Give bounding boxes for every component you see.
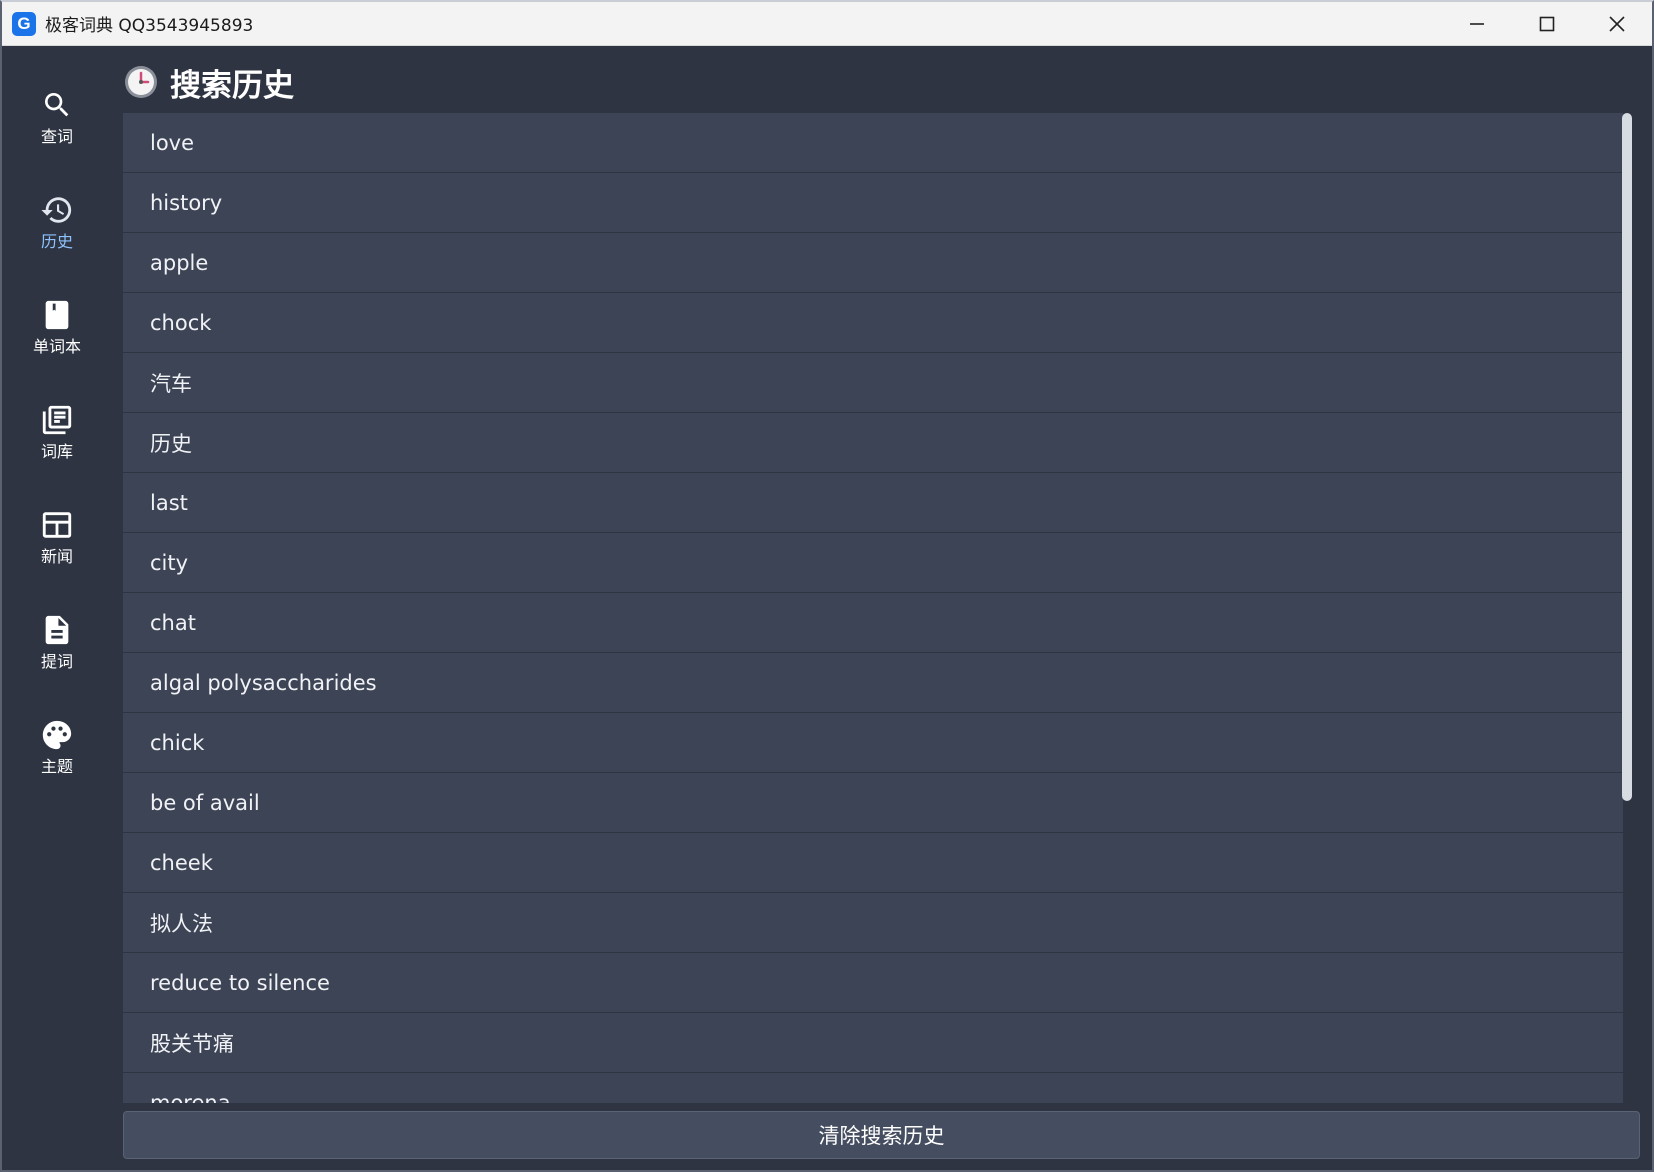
sidebar-item-label: 词库	[40, 442, 73, 461]
minimize-icon	[1470, 23, 1484, 25]
history-list-item[interactable]: be of avail	[123, 773, 1623, 833]
history-icon	[40, 193, 74, 227]
close-icon	[1609, 16, 1625, 32]
news-icon	[40, 508, 74, 542]
close-button[interactable]	[1582, 2, 1652, 46]
page-header: 搜索历史	[124, 60, 294, 104]
sidebar-item-label: 历史	[40, 232, 73, 251]
clock-icon	[125, 66, 157, 98]
clear-history-button[interactable]: 清除搜索历史	[123, 1111, 1640, 1159]
history-list-item[interactable]: 拟人法	[123, 893, 1623, 953]
app-logo-icon: G	[12, 11, 36, 36]
history-list[interactable]: love history apple chock 汽车 历史 last city chat alg…	[123, 113, 1623, 1103]
scrollbar-thumb[interactable]	[1622, 113, 1632, 801]
history-list-item[interactable]: last	[123, 473, 1623, 533]
history-list-item[interactable]: history	[123, 173, 1623, 233]
title-bar[interactable]: G 极客词典 QQ3543945893	[2, 2, 1652, 46]
sidebar-item-wordbook[interactable]: 单词本	[2, 298, 112, 388]
bookmark-icon	[40, 298, 74, 332]
document-icon	[40, 613, 74, 647]
maximize-icon	[1539, 16, 1555, 32]
history-list-item[interactable]: chat	[123, 593, 1623, 653]
sidebar-item-library[interactable]: 词库	[2, 403, 112, 493]
history-list-item[interactable]: reduce to silence	[123, 953, 1623, 1013]
maximize-button[interactable]	[1512, 2, 1582, 46]
page-title: 搜索历史	[170, 67, 294, 104]
library-icon	[40, 403, 74, 437]
history-list-item[interactable]: 股关节痛	[123, 1013, 1623, 1073]
history-list-item[interactable]: morena	[123, 1073, 1623, 1103]
sidebar-item-label: 新闻	[40, 547, 73, 566]
sidebar-item-label: 主题	[40, 757, 73, 776]
palette-icon	[40, 718, 74, 752]
history-list-item[interactable]: love	[123, 113, 1623, 173]
history-list-item[interactable]: chick	[123, 713, 1623, 773]
history-list-item[interactable]: 汽车	[123, 353, 1623, 413]
history-list-item[interactable]: algal polysaccharides	[123, 653, 1623, 713]
history-list-item[interactable]: apple	[123, 233, 1623, 293]
history-list-item[interactable]: city	[123, 533, 1623, 593]
sidebar-item-label: 提词	[40, 652, 73, 671]
sidebar-item-theme[interactable]: 主题	[2, 718, 112, 808]
sidebar-item-prompter[interactable]: 提词	[2, 613, 112, 703]
sidebar-item-news[interactable]: 新闻	[2, 508, 112, 598]
sidebar-item-label: 查词	[40, 127, 73, 146]
window-controls	[1442, 2, 1652, 46]
search-icon	[40, 88, 74, 122]
sidebar-item-label: 单词本	[32, 337, 81, 356]
sidebar-item-search[interactable]: 查词	[2, 88, 112, 178]
window-title: 极客词典 QQ3543945893	[45, 16, 254, 36]
sidebar-item-history[interactable]: 历史	[2, 193, 112, 283]
history-list-item[interactable]: 历史	[123, 413, 1623, 473]
history-list-item[interactable]: chock	[123, 293, 1623, 353]
history-list-item[interactable]: cheek	[123, 833, 1623, 893]
app-window: G 极客词典 QQ3543945893 查词 历史 单词本 词库 新闻 提词 主…	[0, 0, 1654, 1172]
sidebar: 查词 历史 单词本 词库 新闻 提词 主题	[2, 46, 112, 1170]
minimize-button[interactable]	[1442, 2, 1512, 46]
